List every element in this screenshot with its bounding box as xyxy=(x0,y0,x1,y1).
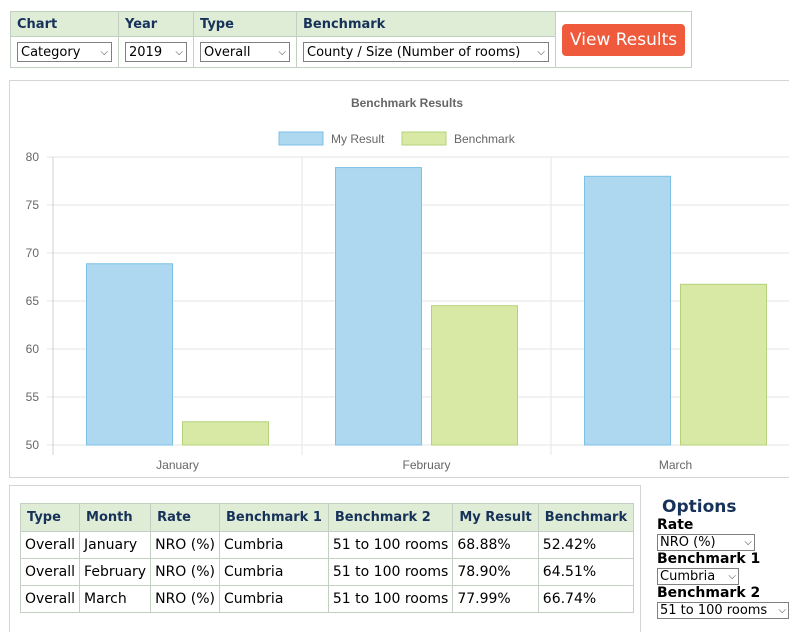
cell-benchmark-1: Cumbria xyxy=(219,558,329,586)
results-table: Type Month Rate Benchmark 1 Benchmark 2 … xyxy=(19,503,635,613)
chart-select[interactable]: Category ⌵ xyxy=(17,42,112,62)
cell-benchmark-2: 51 to 100 rooms xyxy=(327,558,454,586)
y-tick-label: 70 xyxy=(26,246,40,260)
benchmark-2-select[interactable]: 51 to 100 rooms ⌵ xyxy=(657,602,789,619)
col-header-benchmark-1[interactable]: Benchmark 1 xyxy=(219,503,329,532)
cell-month: January xyxy=(79,531,152,559)
benchmark-select-cell: County / Size (Number of rooms) ⌵ xyxy=(296,36,556,68)
benchmark-2-label: Benchmark 2 xyxy=(657,585,761,601)
cell-benchmark-1: Cumbria xyxy=(219,531,329,559)
rate-select-value: NRO (%) xyxy=(660,535,716,550)
legend-label: My Result xyxy=(331,132,385,146)
chart-panel: Benchmark Results My Result Benchmark 80 7… xyxy=(9,80,789,478)
cell-benchmark: 64.51% xyxy=(537,558,635,586)
cell-my-result: 78.90% xyxy=(452,558,539,586)
bar-benchmark xyxy=(431,305,518,446)
y-tick-label: 55 xyxy=(26,390,40,404)
cell-benchmark: 52.42% xyxy=(537,531,635,559)
chevron-down-icon: ⌵ xyxy=(100,46,108,58)
benchmark-select[interactable]: County / Size (Number of rooms) ⌵ xyxy=(303,42,549,62)
chart-select-value: Category xyxy=(21,44,81,60)
table-row: Overall February NRO (%) Cumbria 51 to 1… xyxy=(19,558,635,586)
filter-bar: Chart Year Type Benchmark View Results C… xyxy=(10,11,693,68)
cell-rate: NRO (%) xyxy=(150,531,220,559)
legend-label: Benchmark xyxy=(454,132,516,146)
benchmark-select-value: County / Size (Number of rooms) xyxy=(307,44,521,60)
benchmark-1-select-value: Cumbria xyxy=(660,569,716,584)
chevron-down-icon: ⌵ xyxy=(778,605,786,616)
chart-select-cell: Category ⌵ xyxy=(10,36,119,68)
bar-my-result xyxy=(584,175,671,446)
bar-benchmark xyxy=(182,421,269,446)
cell-month: February xyxy=(79,558,152,586)
cell-rate: NRO (%) xyxy=(150,558,220,586)
benchmark-1-select[interactable]: Cumbria ⌵ xyxy=(657,568,739,585)
filter-header-year: Year xyxy=(118,11,194,37)
chevron-down-icon: ⌵ xyxy=(175,46,183,58)
cell-my-result: 68.88% xyxy=(452,531,539,559)
cell-benchmark-2: 51 to 100 rooms xyxy=(327,585,454,613)
rate-select[interactable]: NRO (%) ⌵ xyxy=(657,534,755,551)
table-row: Overall March NRO (%) Cumbria 51 to 100 … xyxy=(19,585,635,613)
cell-type: Overall xyxy=(19,585,81,613)
x-tick-label: March xyxy=(659,458,692,472)
col-header-benchmark-2[interactable]: Benchmark 2 xyxy=(327,503,454,532)
col-header-month[interactable]: Month xyxy=(79,503,152,532)
cell-type: Overall xyxy=(19,558,81,586)
bar-benchmark xyxy=(680,283,767,446)
col-header-type[interactable]: Type xyxy=(19,503,81,532)
cell-benchmark-1: Cumbria xyxy=(219,585,329,613)
chart-bars xyxy=(86,167,767,446)
chevron-down-icon: ⌵ xyxy=(728,571,736,582)
table-row: Overall January NRO (%) Cumbria 51 to 10… xyxy=(19,531,635,559)
chevron-down-icon: ⌵ xyxy=(744,537,752,548)
col-header-benchmark[interactable]: Benchmark xyxy=(537,503,635,532)
y-tick-label: 80 xyxy=(26,150,40,164)
results-header-row: Type Month Rate Benchmark 1 Benchmark 2 … xyxy=(19,503,635,532)
benchmark-chart: Benchmark Results My Result Benchmark 80 7… xyxy=(26,96,789,472)
filter-header-benchmark: Benchmark xyxy=(296,11,556,37)
filter-header-chart: Chart xyxy=(10,11,119,37)
cell-my-result: 77.99% xyxy=(452,585,539,613)
y-tick-label: 50 xyxy=(26,438,40,452)
y-tick-label: 75 xyxy=(26,198,40,212)
year-select-value: 2019 xyxy=(129,44,163,60)
view-results-button[interactable]: View Results xyxy=(562,23,686,56)
options-title: Options xyxy=(662,497,737,517)
x-tick-label: February xyxy=(402,458,450,472)
results-panel: Type Month Rate Benchmark 1 Benchmark 2 … xyxy=(9,485,641,632)
chart-title: Benchmark Results xyxy=(351,96,463,110)
benchmark-1-label: Benchmark 1 xyxy=(657,551,761,567)
legend-swatch xyxy=(278,131,324,146)
year-select-cell: 2019 ⌵ xyxy=(118,36,194,68)
chart-legend: My Result Benchmark xyxy=(278,131,516,146)
cell-type: Overall xyxy=(19,531,81,559)
cell-benchmark-2: 51 to 100 rooms xyxy=(327,531,454,559)
col-header-my-result[interactable]: My Result xyxy=(452,503,539,532)
cell-month: March xyxy=(79,585,152,613)
filter-header-type: Type xyxy=(193,11,297,37)
view-results-cell: View Results xyxy=(555,11,693,68)
rate-label: Rate xyxy=(657,517,694,533)
y-tick-label: 60 xyxy=(26,342,40,356)
type-select-cell: Overall ⌵ xyxy=(193,36,297,68)
legend-swatch xyxy=(401,131,447,146)
options-panel: Options Rate NRO (%) ⌵ Benchmark 1 Cumbr… xyxy=(657,497,789,619)
chevron-down-icon: ⌵ xyxy=(537,46,545,58)
cell-benchmark: 66.74% xyxy=(537,585,635,613)
type-select-value: Overall xyxy=(204,44,251,60)
bar-my-result xyxy=(335,167,422,446)
year-select[interactable]: 2019 ⌵ xyxy=(125,42,187,62)
x-tick-label: January xyxy=(156,458,199,472)
y-tick-label: 65 xyxy=(26,294,40,308)
cell-rate: NRO (%) xyxy=(150,585,220,613)
bar-my-result xyxy=(86,263,173,446)
benchmark-2-select-value: 51 to 100 rooms xyxy=(660,603,768,618)
chevron-down-icon: ⌵ xyxy=(278,46,286,58)
type-select[interactable]: Overall ⌵ xyxy=(200,42,290,62)
col-header-rate[interactable]: Rate xyxy=(150,503,220,532)
